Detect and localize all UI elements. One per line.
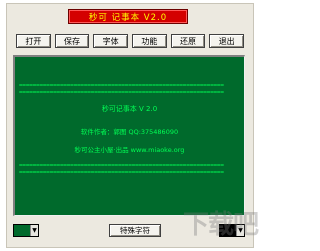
title-banner: 秒可 记事本 V2.0	[68, 9, 188, 24]
app-name-text: 秒可记事本 V 2.0	[101, 105, 158, 113]
watermark-logo: 下载吧	[182, 210, 259, 240]
background-color-swatch	[14, 225, 30, 236]
background-color-select[interactable]: ▼	[13, 224, 39, 237]
restore-button[interactable]: 还原	[170, 34, 206, 48]
font-button[interactable]: 字体	[93, 34, 129, 48]
publisher-text: 秒可公主小屋·出品 www.miaoke.org	[74, 146, 185, 154]
exit-button[interactable]: 退出	[209, 34, 245, 48]
toolbar: 打开 保存 字体 功能 还原 退出	[16, 34, 245, 49]
divider-line: ========================================…	[19, 170, 224, 176]
author-text: 软件作者：郭图 QQ:375486090	[80, 128, 179, 136]
function-button[interactable]: 功能	[132, 34, 167, 48]
open-button[interactable]: 打开	[16, 34, 51, 48]
chevron-down-icon[interactable]: ▼	[30, 225, 38, 236]
divider-line: ========================================…	[19, 163, 224, 169]
divider-line: ========================================…	[19, 90, 224, 96]
text-editor-area[interactable]: ========================================…	[13, 55, 245, 216]
app-title: 秒可 记事本 V2.0	[88, 12, 168, 23]
divider-line: ========================================…	[19, 83, 224, 89]
save-button[interactable]: 保存	[54, 34, 90, 48]
special-characters-button[interactable]: 特殊字符	[109, 224, 161, 237]
